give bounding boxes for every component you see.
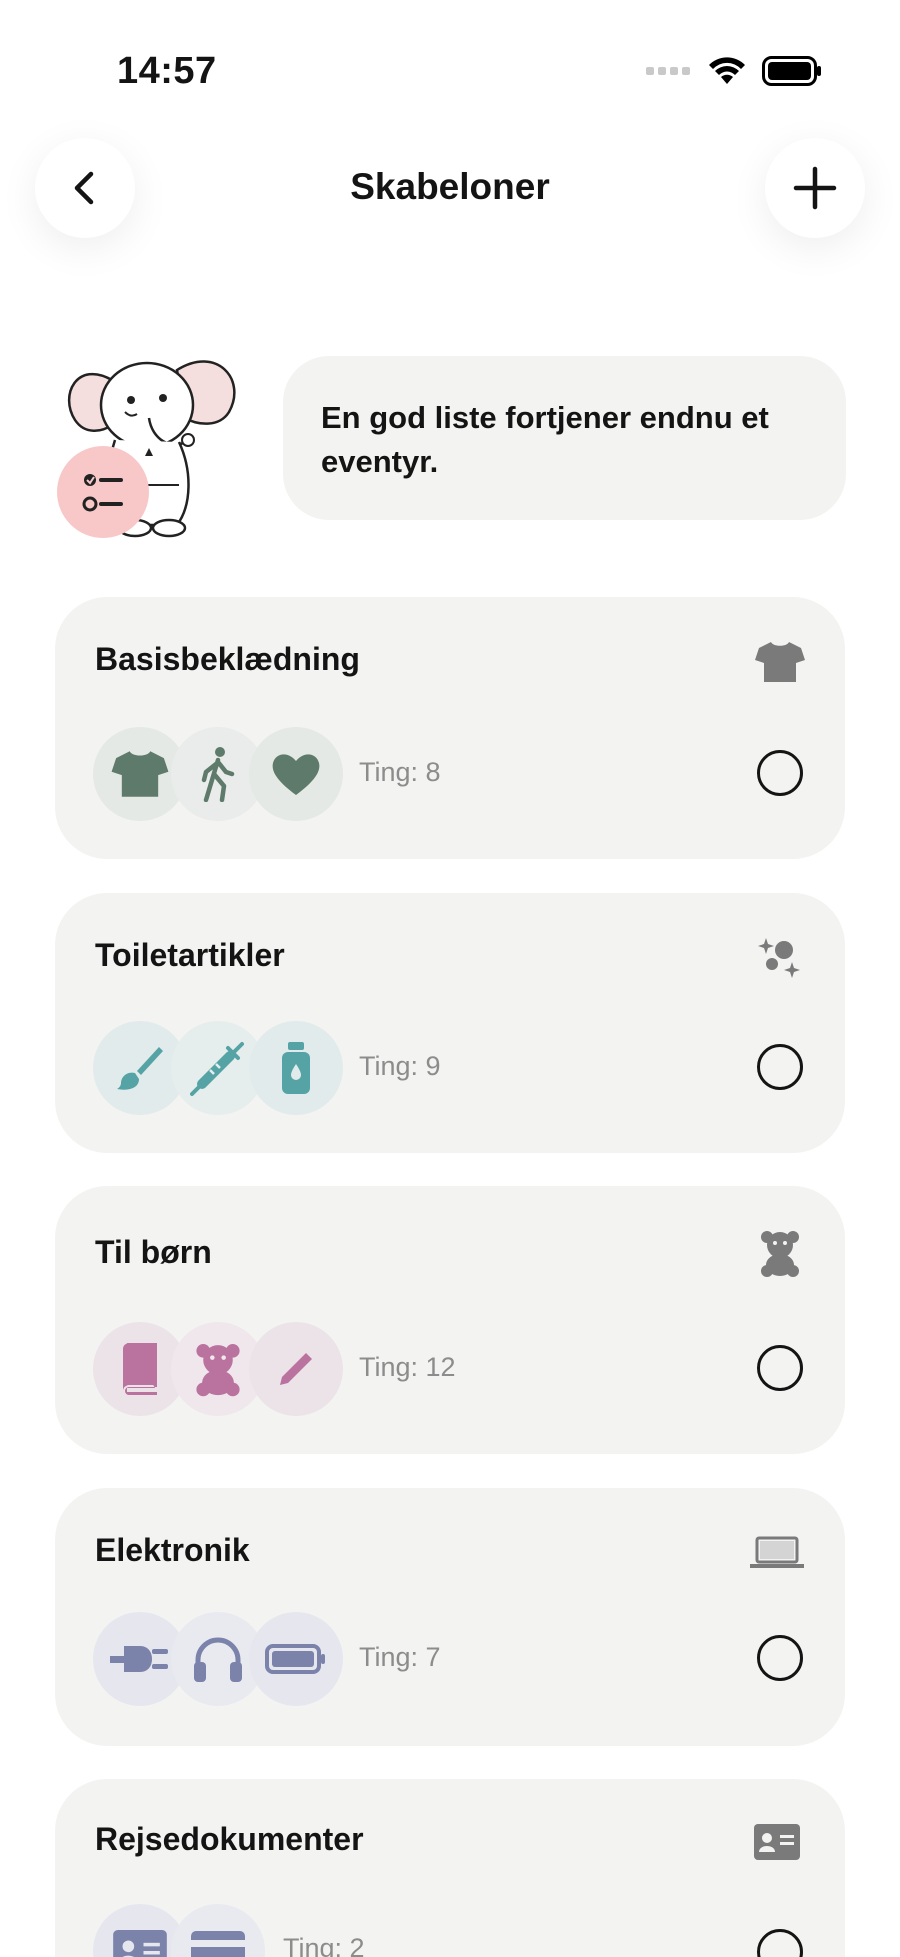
item-count: Ting: 7 [359, 1642, 441, 1672]
item-count: Ting: 2 [283, 1933, 365, 1957]
item-preview-thumbnails [93, 1904, 265, 1957]
item-preview-thumbnails [93, 727, 343, 821]
template-card[interactable]: Rejsedokumenter Ting: 2 [55, 1779, 845, 1957]
status-bar: 14:57 [0, 0, 900, 140]
heart-icon [249, 727, 343, 821]
select-radio[interactable] [757, 1044, 803, 1090]
template-title: Basisbeklædning [95, 641, 360, 677]
select-radio[interactable] [757, 750, 803, 796]
add-template-button[interactable] [765, 138, 865, 238]
template-title: Rejsedokumenter [95, 1821, 364, 1857]
battery-icon [249, 1612, 343, 1706]
elephant-mascot-icon [57, 360, 236, 538]
navigation-bar: Skabeloner [0, 138, 900, 238]
wifi-icon [709, 57, 745, 84]
template-card[interactable]: Elektronik Ting: 7 [55, 1488, 845, 1746]
sparkle-bubbles-icon [755, 933, 805, 983]
credit-card-icon [171, 1904, 265, 1957]
plus-icon [793, 166, 837, 210]
laptop-icon [749, 1528, 805, 1578]
status-icons [646, 56, 822, 86]
battery-status-icon [762, 56, 821, 86]
id-card-icon [749, 1817, 805, 1867]
item-count: Ting: 9 [359, 1051, 441, 1081]
item-count: Ting: 8 [359, 757, 441, 787]
cellular-signal-icon [646, 67, 690, 75]
intro-speech-bubble: En god liste fortjener endnu et eventyr. [283, 356, 846, 520]
item-count: Ting: 12 [359, 1352, 456, 1382]
teddy-bear-icon [755, 1228, 805, 1278]
select-radio[interactable] [757, 1635, 803, 1681]
bottle-icon [249, 1021, 343, 1115]
item-preview-thumbnails [93, 1322, 343, 1416]
tshirt-icon [755, 637, 805, 687]
item-preview-thumbnails [93, 1612, 343, 1706]
elephant-mascot [57, 340, 247, 540]
template-title: Toiletartikler [95, 937, 285, 973]
pencil-icon [249, 1322, 343, 1416]
template-card[interactable]: Basisbeklædning Ting: 8 [55, 597, 845, 859]
template-card[interactable]: Toiletartikler Ting: 9 [55, 893, 845, 1153]
template-title: Elektronik [95, 1532, 250, 1568]
select-radio[interactable] [757, 1929, 803, 1957]
item-preview-thumbnails [93, 1021, 343, 1115]
select-radio[interactable] [757, 1345, 803, 1391]
template-title: Til børn [95, 1234, 212, 1270]
status-time: 14:57 [117, 50, 217, 92]
template-card[interactable]: Til børn Ting: 12 [55, 1186, 845, 1454]
